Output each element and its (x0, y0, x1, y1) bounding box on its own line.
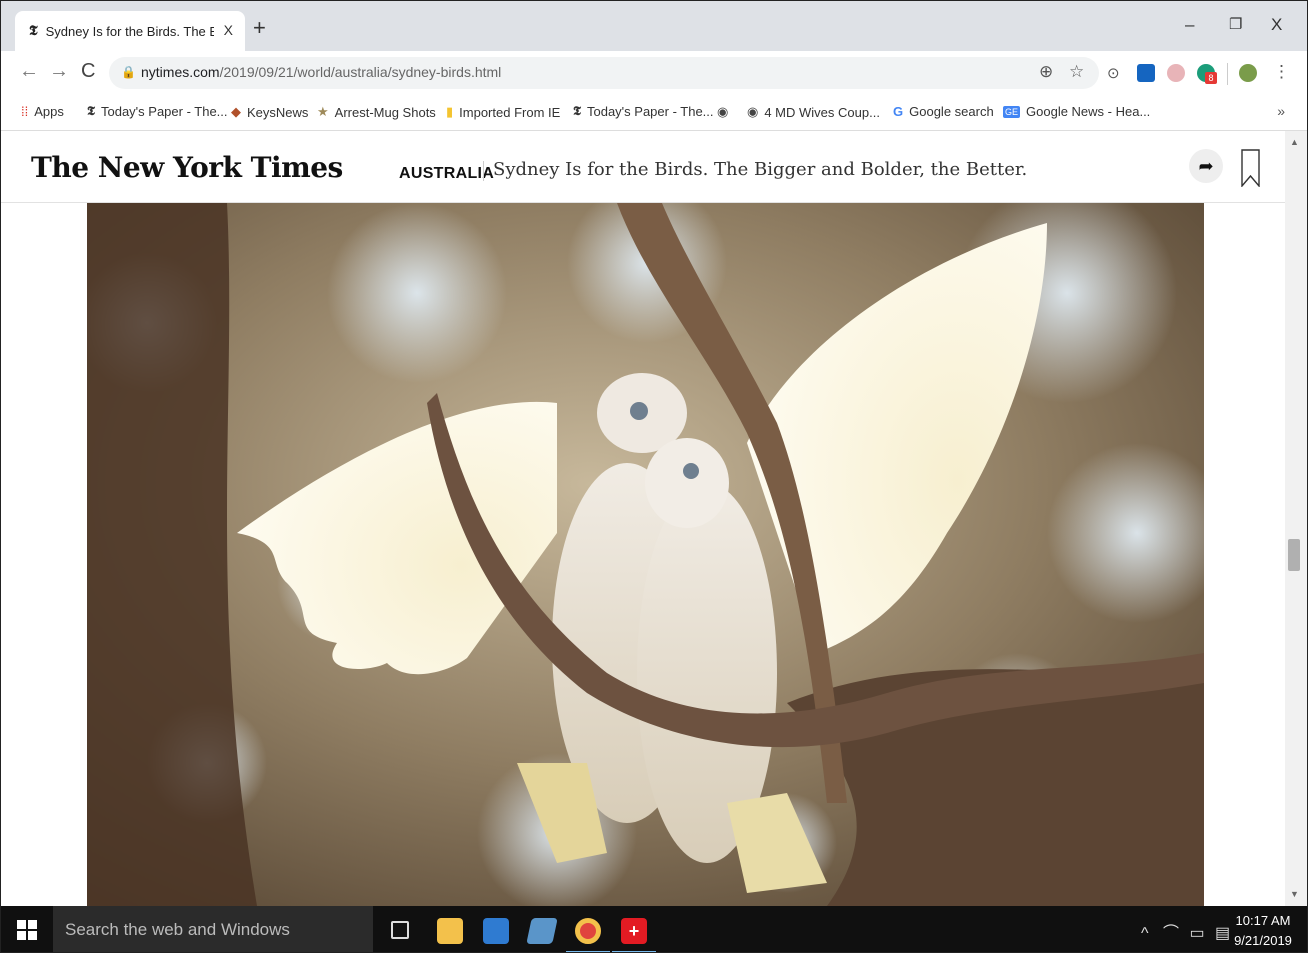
wifi-icon[interactable]: ⌒ (1163, 925, 1179, 942)
extension-grammarly-icon[interactable]: 8 (1197, 64, 1217, 84)
article-headline: Sydney Is for the Birds. The Bigger and … (493, 159, 1028, 180)
save-bookmark-icon[interactable] (1241, 149, 1260, 187)
nyt-icon: 𝕿 (573, 104, 581, 119)
taskbar-clock[interactable]: 10:17 AM 9/21/2019 (1233, 911, 1293, 951)
bookmark-keysnews[interactable]: ◆ KeysNews (231, 104, 308, 120)
browser-window: 𝕿 Sydney Is for the Birds. The Bigge X +… (0, 0, 1308, 953)
menu-kebab-icon[interactable]: ⋮ (1273, 62, 1290, 82)
toolbar-divider (1227, 63, 1228, 85)
bookmark-apps[interactable]: ⁞⁞ Apps (21, 104, 64, 119)
task-view-icon[interactable] (391, 921, 409, 939)
clock-date: 9/21/2019 (1234, 933, 1292, 948)
extension-badge: 8 (1205, 72, 1217, 84)
tab-strip: 𝕿 Sydney Is for the Birds. The Bigge X +… (1, 1, 1307, 51)
windows-taskbar: Search the web and Windows + ^ ⌒ ▭ ▤ 10:… (1, 906, 1307, 952)
bookmark-google-search[interactable]: G Google search (893, 104, 994, 119)
globe-icon: ◉ (747, 104, 759, 119)
file-explorer-icon[interactable] (437, 918, 463, 944)
reload-icon[interactable]: C (81, 60, 95, 83)
control-panel-icon[interactable] (483, 918, 509, 944)
extension-target-icon[interactable]: ⊙ (1107, 64, 1120, 82)
bookmark-globe[interactable]: ◉ (717, 104, 734, 120)
nyt-icon: 𝕿 (87, 104, 95, 119)
tray-chevron-icon[interactable]: ^ (1141, 925, 1149, 942)
taskbar-search-box[interactable]: Search the web and Windows (53, 906, 373, 952)
bookmarks-overflow-button[interactable]: » (1277, 103, 1285, 119)
profile-avatar[interactable] (1239, 64, 1257, 82)
notepad-icon[interactable] (526, 918, 558, 944)
extension-chart-icon[interactable] (1137, 64, 1155, 82)
new-tab-button[interactable]: + (253, 15, 266, 41)
nyt-logo[interactable]: The New York Times (31, 151, 343, 184)
browser-toolbar: ← → C 🔒 nytimes.com/2019/09/21/world/aus… (1, 51, 1307, 95)
section-label[interactable]: AUSTRALIA (399, 165, 494, 183)
back-arrow-icon[interactable]: ← (19, 60, 39, 83)
url-text[interactable]: nytimes.com/2019/09/21/world/australia/s… (141, 64, 501, 80)
folder-icon: ▮ (446, 104, 454, 119)
tab-close-icon[interactable]: X (224, 22, 233, 38)
web-page: The New York Times AUSTRALIA Sydney Is f… (1, 131, 1285, 906)
google-icon: G (893, 104, 904, 119)
bookmark-todays-paper[interactable]: 𝕿 Today's Paper - The... (87, 104, 228, 119)
nyt-header: The New York Times AUSTRALIA Sydney Is f… (1, 131, 1285, 203)
lock-icon: 🔒 (121, 65, 136, 79)
article-photo-cockatoos (87, 203, 1204, 906)
bookmark-imported-from-ie[interactable]: ▮ Imported From IE (446, 104, 560, 120)
bookmark-todays-paper-2[interactable]: 𝕿 Today's Paper - The... (573, 104, 714, 119)
scroll-up-arrow-icon[interactable]: ▲ (1290, 137, 1299, 147)
battery-icon[interactable]: ▭ (1189, 925, 1204, 942)
bookmark-google-news[interactable]: GE Google News - Hea... (1003, 104, 1150, 119)
zoom-icon[interactable]: ⊕ (1039, 62, 1053, 82)
share-arrow-icon: ➦ (1198, 156, 1214, 176)
swiss-app-icon[interactable]: + (621, 918, 647, 944)
restore-button[interactable]: ❐ (1229, 15, 1242, 33)
share-button[interactable]: ➦ (1189, 149, 1223, 183)
apps-grid-icon: ⁞⁞ (21, 104, 29, 119)
address-bar[interactable]: 🔒 nytimes.com/2019/09/21/world/australia… (109, 57, 1099, 89)
chrome-icon[interactable] (575, 918, 601, 944)
notifications-icon[interactable]: ▤ (1215, 925, 1230, 942)
nyt-favicon-icon: 𝕿 (29, 23, 38, 39)
close-window-button[interactable]: X (1271, 15, 1282, 35)
extension-tag-icon[interactable] (1167, 64, 1185, 82)
header-divider (483, 161, 484, 181)
scroll-down-arrow-icon[interactable]: ▼ (1290, 889, 1299, 899)
forward-arrow-icon[interactable]: → (49, 60, 69, 83)
page-scrollbar[interactable]: ▲ ▼ (1285, 131, 1307, 906)
globe-icon: ◉ (717, 104, 729, 119)
star-icon: ★ (317, 104, 329, 119)
clock-time: 10:17 AM (1235, 913, 1291, 928)
google-news-icon: GE (1003, 105, 1021, 118)
bookmark-star-icon[interactable]: ☆ (1069, 62, 1084, 82)
keysnews-icon: ◆ (231, 104, 241, 119)
minimize-button[interactable]: – (1185, 15, 1194, 35)
scroll-thumb[interactable] (1288, 539, 1300, 571)
bookmarks-bar: ⁞⁞ Apps 𝕿 Today's Paper - The... ◆ KeysNews… (1, 95, 1307, 131)
bookmark-arrest-mug-shots[interactable]: ★ Arrest-Mug Shots (317, 104, 436, 120)
active-tab[interactable]: 𝕿 Sydney Is for the Birds. The Bigge X (15, 11, 245, 51)
system-tray[interactable]: ^ ⌒ ▭ ▤ (1141, 919, 1230, 943)
windows-start-icon[interactable] (15, 918, 39, 942)
tab-title: Sydney Is for the Birds. The Bigge (45, 23, 214, 39)
bookmark-md-wives[interactable]: ◉ 4 MD Wives Coup... (747, 104, 880, 120)
